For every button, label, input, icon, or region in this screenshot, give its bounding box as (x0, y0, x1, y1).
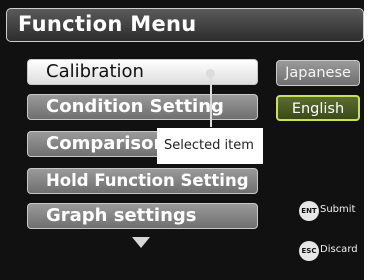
menu-item-label: Hold Function Setting (46, 171, 249, 190)
menu-item-condition-setting[interactable]: Condition Setting (27, 94, 258, 120)
esc-key-icon: ESC (299, 241, 319, 261)
menu-item-label: Comparison (46, 133, 167, 154)
menu-item-calibration[interactable]: Calibration (27, 59, 258, 85)
submit-label: Submit (320, 204, 356, 215)
page-title: Function Menu (18, 12, 197, 36)
menu-item-label: Condition Setting (46, 96, 224, 117)
ent-key-icon: ENT (299, 201, 319, 221)
menu-item-label: Calibration (46, 61, 144, 82)
menu-item-hold-function-setting[interactable]: Hold Function Setting (27, 168, 258, 194)
language-label: English (291, 101, 345, 117)
callout-text: Selected item (164, 138, 254, 153)
callout-pointer-line (210, 73, 212, 127)
menu-item-label: Graph settings (46, 205, 197, 226)
title-bar: Function Menu (6, 8, 364, 42)
language-english-button[interactable]: English (276, 95, 360, 121)
discard-label: Discard (320, 244, 358, 255)
language-japanese-button[interactable]: Japanese (276, 60, 360, 86)
selected-item-callout: Selected item (157, 128, 263, 164)
menu-item-graph-settings[interactable]: Graph settings (27, 203, 258, 229)
language-label: Japanese (285, 65, 351, 81)
triangle-down-icon[interactable] (132, 237, 150, 248)
